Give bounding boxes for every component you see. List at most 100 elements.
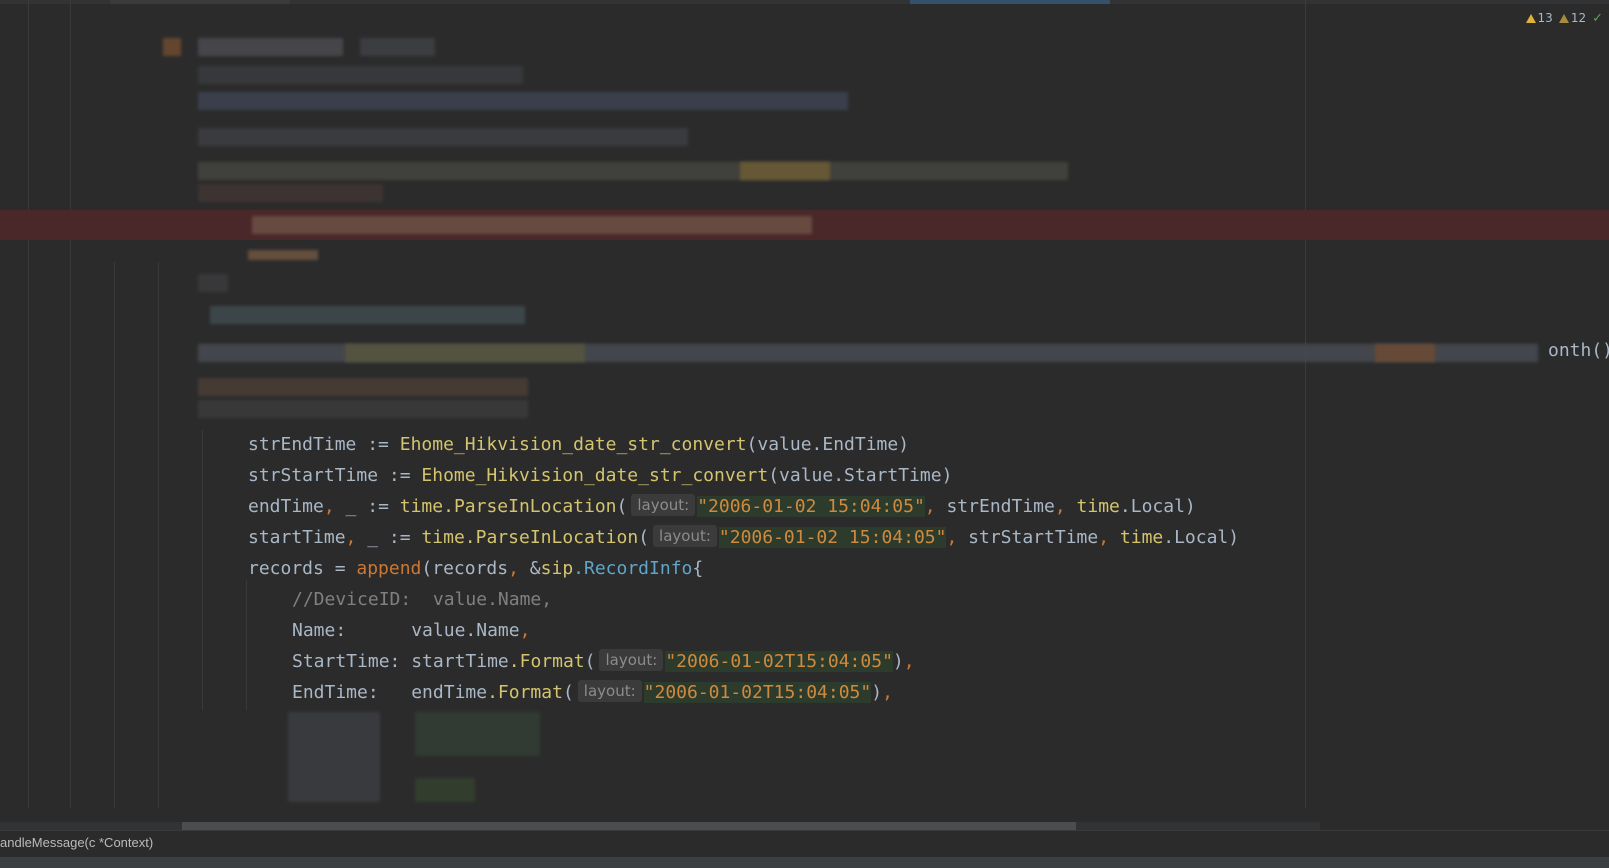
parameter-hint: layout: <box>599 649 664 671</box>
indent-guide <box>246 580 247 710</box>
warning-icon <box>1525 14 1536 23</box>
status-bar <box>0 857 1609 868</box>
blurred-code <box>415 712 540 756</box>
identifier: records <box>248 558 324 579</box>
package-name: time <box>421 527 465 548</box>
string-literal: "2006-01-02 15:04:05" <box>697 496 925 517</box>
code-line-7[interactable]: Name: value.Name, <box>292 616 530 646</box>
comma: , <box>882 682 893 703</box>
blurred-code <box>198 274 228 292</box>
builtin-function: append <box>356 558 422 579</box>
horizontal-scrollbar[interactable] <box>0 822 1320 830</box>
comment: //DeviceID: value.Name, <box>292 589 553 610</box>
paren: ) <box>871 682 883 703</box>
code-editor[interactable]: strEndTime := Ehome_Hikvision_date_str_c… <box>0 0 1609 868</box>
blurred-code <box>198 92 848 110</box>
blurred-code <box>288 712 380 802</box>
indent-guide <box>114 262 115 808</box>
paren: ( <box>562 682 574 703</box>
code-line-4[interactable]: startTime, _ := time.ParseInLocation(lay… <box>248 523 1239 553</box>
type-name: .RecordInfo <box>573 558 693 579</box>
arguments: .Local) <box>1119 496 1196 517</box>
arguments: (records <box>421 558 509 579</box>
blurred-code <box>740 162 830 180</box>
indent-guide <box>70 0 71 808</box>
parameter-hint: layout: <box>653 525 717 547</box>
blurred-code <box>198 378 528 396</box>
comma: , <box>924 496 947 517</box>
paren: ( <box>584 651 596 672</box>
comma: , <box>519 620 531 641</box>
string-literal: "2006-01-02T15:04:05" <box>665 651 893 672</box>
field-value: value.Name <box>411 620 520 641</box>
identifier: endTime <box>411 682 488 703</box>
blurred-code <box>163 38 181 56</box>
method-call: .Format <box>508 651 585 672</box>
identifier: strEndTime <box>248 434 357 455</box>
comma: , <box>345 527 368 548</box>
identifier: startTime <box>248 527 346 548</box>
operator: := <box>356 434 400 455</box>
right-margin-guide <box>1305 0 1306 808</box>
identifier: endTime <box>248 496 324 517</box>
function-call: Ehome_Hikvision_date_str_convert <box>421 465 769 486</box>
operator: := <box>356 496 400 517</box>
blurred-code <box>415 778 475 802</box>
check-icon: ✓ <box>1592 10 1603 26</box>
blank-identifier: _ <box>367 527 379 548</box>
comma: , <box>1098 527 1120 548</box>
indent-guide <box>158 262 159 808</box>
scrollbar-thumb[interactable] <box>182 822 1076 830</box>
package-name: time <box>399 496 444 517</box>
paren: ( <box>616 496 628 517</box>
identifier: strStartTime <box>248 465 379 486</box>
argument: strEndTime <box>946 496 1055 517</box>
weak-warning-count: 12 <box>1570 11 1587 25</box>
code-line-3[interactable]: endTime, _ := time.ParseInLocation(layou… <box>248 492 1196 522</box>
package-name: time <box>1119 527 1164 548</box>
string-literal: "2006-01-02T15:04:05" <box>643 682 872 703</box>
code-line-6[interactable]: //DeviceID: value.Name, <box>292 585 552 615</box>
blurred-code <box>252 216 812 234</box>
code-line-5[interactable]: records = append(records, &sip.RecordInf… <box>248 554 703 584</box>
blurred-code <box>198 400 528 418</box>
identifier: startTime <box>411 651 509 672</box>
paren: ( <box>638 527 650 548</box>
comma: , <box>946 527 969 548</box>
arguments: .Local) <box>1163 527 1240 548</box>
blank-identifier: _ <box>345 496 357 517</box>
operator: := <box>378 527 422 548</box>
function-call: .ParseInLocation <box>464 527 639 548</box>
blurred-code <box>198 128 688 146</box>
blurred-code <box>360 38 435 56</box>
function-call: Ehome_Hikvision_date_str_convert <box>399 434 747 455</box>
code-line-8[interactable]: StartTime: startTime.Format(layout: "2006… <box>292 647 915 677</box>
truncated-code-text: onth() <box>1548 340 1609 361</box>
method-call: .Format <box>487 682 563 703</box>
blurred-tab-active <box>910 0 1110 4</box>
address-operator: & <box>529 558 541 579</box>
code-line-2[interactable]: strStartTime := Ehome_Hikvision_date_str… <box>248 461 952 491</box>
weak-warning-icon <box>1558 14 1569 23</box>
blurred-code <box>1375 344 1435 362</box>
code-line-1[interactable]: strEndTime := Ehome_Hikvision_date_str_c… <box>248 430 909 460</box>
brace: { <box>692 558 704 579</box>
package-name: sip <box>540 558 574 579</box>
weak-warning-counter[interactable]: 12 <box>1558 11 1587 25</box>
parameter-hint: layout: <box>577 680 642 702</box>
blurred-code <box>210 306 525 324</box>
field-key: Name: <box>292 620 347 641</box>
comma: , <box>508 558 530 579</box>
string-literal: "2006-01-02 15:04:05" <box>718 527 947 548</box>
warning-counter[interactable]: 13 <box>1525 11 1553 25</box>
breadcrumb[interactable]: andleMessage(c *Context) <box>0 835 153 850</box>
code-line-9[interactable]: EndTime: endTime.Format(layout: "2006-01-… <box>292 678 893 708</box>
function-call: .ParseInLocation <box>443 496 617 517</box>
breadcrumb-bar: andleMessage(c *Context) <box>0 830 1609 857</box>
field-key: EndTime: <box>292 682 379 703</box>
indent-guide <box>28 0 29 808</box>
inspection-widget[interactable]: 13 12 ✓ <box>1525 8 1603 28</box>
blurred-code <box>345 344 585 362</box>
